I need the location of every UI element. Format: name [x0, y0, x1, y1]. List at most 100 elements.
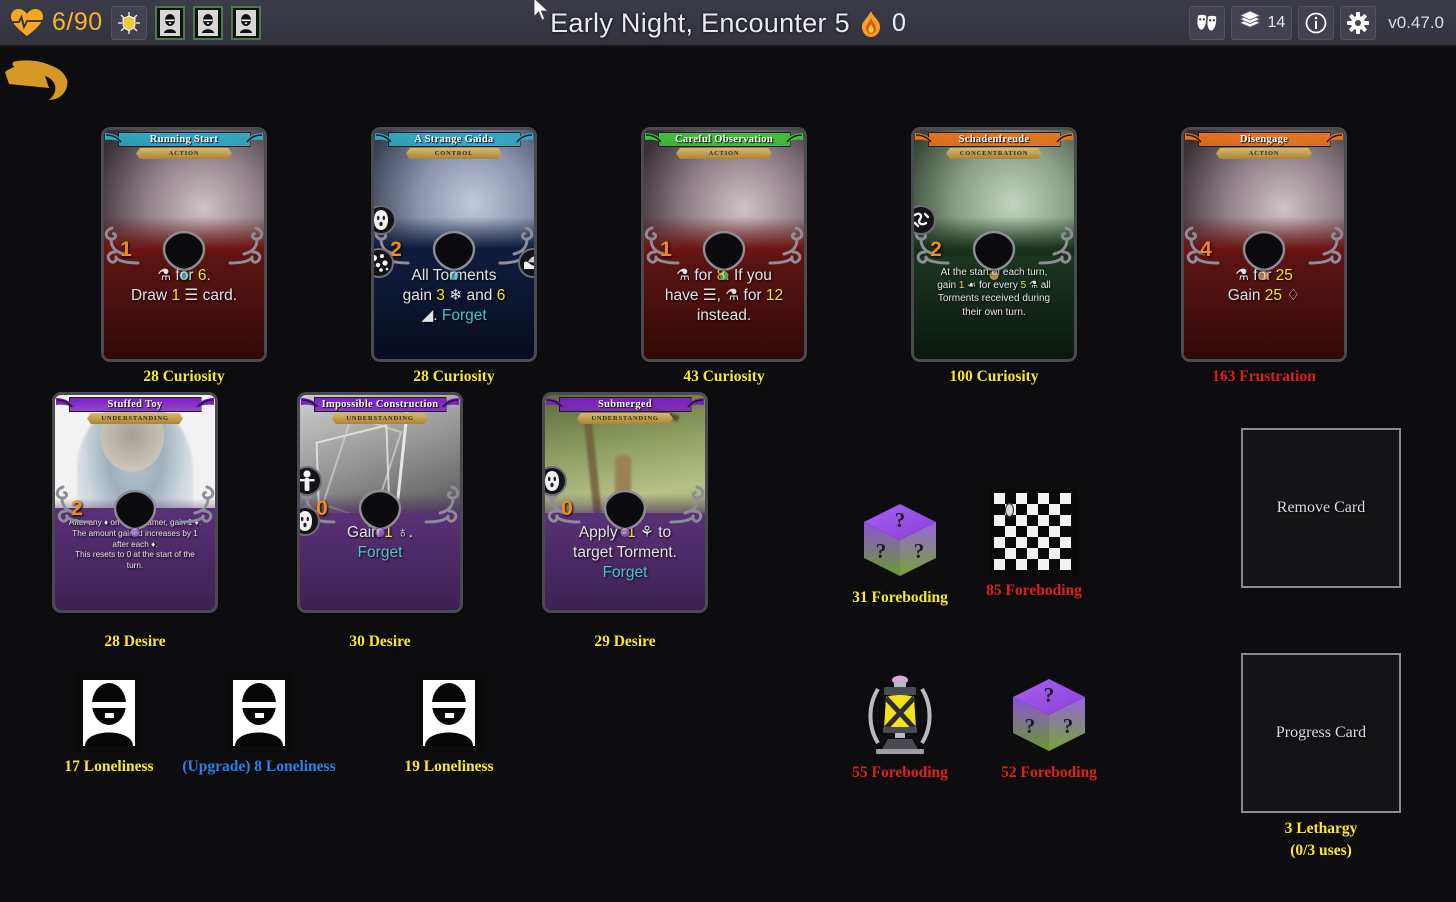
card-banner-horn-right	[242, 131, 264, 147]
card-affinity-gem	[450, 271, 459, 280]
card-cost-plate	[1242, 231, 1286, 271]
card-title-banner: Running Start	[118, 132, 251, 147]
card-a-strange-gaida[interactable]: All Tormentsgain 3 ❄ and 6◢. Forget 2 A …	[371, 127, 537, 362]
lantern-icon[interactable]	[856, 671, 944, 759]
card-title-banner: Schadenfreude	[928, 132, 1061, 147]
card-banner-horn-right	[438, 396, 460, 412]
flame-icon	[860, 11, 882, 37]
card-disengage[interactable]: ⚗ for 25Gain 25 ♢ 4 Disengage ACTION	[1181, 127, 1347, 362]
mask-shop-item[interactable]: (Upgrade) 8 Loneliness	[149, 673, 369, 776]
card-banner-horn-left	[55, 396, 77, 412]
page-title: Early Night, Encounter 5	[550, 8, 850, 39]
card-running-start[interactable]: ⚗ for 6.Draw 1 ☰ card. 1 Running Start A…	[101, 127, 267, 362]
progress-card-cost: 3 Lethargy (0/3 uses)	[1221, 818, 1421, 863]
card-banner-horn-left	[1184, 131, 1206, 147]
card-title-banner: A Strange Gaida	[388, 132, 521, 147]
card-type-label: UNDERSTANDING	[346, 415, 413, 422]
info-circle-icon[interactable]	[1298, 6, 1334, 40]
card-title: Stuffed Toy	[108, 399, 163, 410]
card-title-banner: Submerged	[559, 397, 692, 412]
card-deck-icon	[1238, 10, 1262, 35]
topbar-right-group: 14 v0.47.0	[1189, 6, 1456, 40]
mystery-box-icon[interactable]: ? ? ?	[1005, 671, 1093, 759]
card-header: Careful Observation ACTION	[644, 132, 804, 159]
remove-card-button[interactable]: Remove Card	[1241, 428, 1401, 588]
card-title-banner: Careful Observation	[658, 132, 791, 147]
card-type-ribbon: CONCENTRATION	[946, 148, 1042, 159]
card-banner-horn-right	[683, 396, 705, 412]
card-type-label: UNDERSTANDING	[101, 415, 168, 422]
heart-pulse-icon	[10, 8, 44, 38]
dreamer-portrait-icon[interactable]	[193, 6, 223, 40]
card-deck-button[interactable]: 14	[1231, 6, 1292, 40]
hp-value: 6/90	[52, 8, 103, 37]
card-type-label: CONTROL	[435, 150, 473, 157]
card-title: Disengage	[1240, 134, 1288, 145]
card-type-label: UNDERSTANDING	[591, 415, 658, 422]
card-cost-value: 1	[644, 238, 688, 262]
card-impossible-construction[interactable]: Gain 1 ♁.Forget 0 Impossible Constructio…	[297, 392, 463, 613]
card-schadenfreude[interactable]: At the start of each turn,gain 1 ☙ for e…	[911, 127, 1077, 362]
card-type-label: ACTION	[709, 150, 740, 157]
card-type-label: ACTION	[1249, 150, 1280, 157]
card-cost-plate	[162, 231, 206, 271]
card-cost-value: 1	[104, 238, 148, 262]
flame-count: 0	[892, 9, 906, 38]
sunburst-shield-icon[interactable]	[111, 6, 147, 40]
card-banner-horn-left	[644, 131, 666, 147]
card-banner-horn-right	[782, 131, 804, 147]
card-careful-observation[interactable]: ⚗ for 8. If youhave ☰, ⚗ for 12instead. …	[641, 127, 807, 362]
card-price-label: 28 Curiosity	[74, 368, 294, 386]
card-banner-horn-left	[914, 131, 936, 147]
mouse-cursor	[534, 0, 550, 22]
card-cost-value: 2	[914, 238, 958, 262]
mask-price-label: 19 Loneliness	[339, 758, 559, 776]
topbar-left-group: 6/90	[0, 6, 261, 40]
masked-figure-icon[interactable]	[76, 673, 142, 753]
progress-card-button[interactable]: Progress Card	[1241, 653, 1401, 813]
mask-shop-item[interactable]: 19 Loneliness	[339, 673, 559, 776]
card-affinity-gem	[621, 528, 630, 537]
card-banner-horn-right	[512, 131, 534, 147]
card-header: Disengage ACTION	[1184, 132, 1344, 159]
card-stuffed-toy[interactable]: After any ♦ on the dreamer, gain 1 ♦.The…	[52, 392, 218, 613]
card-type-ribbon: UNDERSTANDING	[332, 413, 428, 424]
theatre-masks-icon[interactable]	[1189, 6, 1225, 40]
svg-text:?: ?	[895, 508, 906, 532]
card-title: Impossible Construction	[322, 399, 439, 410]
card-deck-count: 14	[1267, 14, 1285, 32]
masked-figure-icon[interactable]	[416, 673, 482, 753]
card-cost-plate	[432, 231, 476, 271]
shop-price-label: 52 Foreboding	[939, 764, 1159, 782]
dreamer-portrait-icon[interactable]	[231, 6, 261, 40]
card-header: A Strange Gaida CONTROL	[374, 132, 534, 159]
card-title: A Strange Gaida	[414, 134, 493, 145]
card-price-label: 163 Frustration	[1154, 368, 1374, 386]
gear-icon[interactable]	[1340, 6, 1376, 40]
card-price-label: 29 Desire	[515, 633, 735, 651]
card-cost-plate	[702, 231, 746, 271]
shop-item[interactable]: ? ? ? 52 Foreboding	[939, 671, 1159, 782]
shop-price-label: 85 Foreboding	[924, 582, 1144, 600]
progress-card-label: Progress Card	[1276, 724, 1366, 742]
card-banner-horn-left	[104, 131, 126, 147]
card-cost-value: 0	[545, 497, 589, 521]
card-submerged[interactable]: Apply -1 ⚘ totarget Torment.Forget 0 Sub…	[542, 392, 708, 613]
card-cost-plate	[113, 490, 157, 530]
card-cost-plate	[358, 490, 402, 530]
card-banner-horn-right	[1322, 131, 1344, 147]
card-price-label: 43 Curiosity	[614, 368, 834, 386]
dreamer-portrait-icon[interactable]	[155, 6, 185, 40]
card-title: Careful Observation	[675, 134, 773, 145]
card-title-banner: Stuffed Toy	[69, 397, 202, 412]
masked-figure-icon[interactable]	[226, 673, 292, 753]
card-price-label: 100 Curiosity	[884, 368, 1104, 386]
svg-text:?: ?	[1025, 714, 1036, 738]
back-swoosh-arrow-icon[interactable]	[3, 58, 73, 113]
card-type-ribbon: ACTION	[676, 148, 772, 159]
card-affinity-gem	[131, 528, 140, 537]
card-banner-horn-right	[193, 396, 215, 412]
shop-item[interactable]: 85 Foreboding	[924, 489, 1144, 600]
svg-text:?: ?	[876, 539, 887, 563]
checkerboard-icon[interactable]	[990, 489, 1078, 577]
